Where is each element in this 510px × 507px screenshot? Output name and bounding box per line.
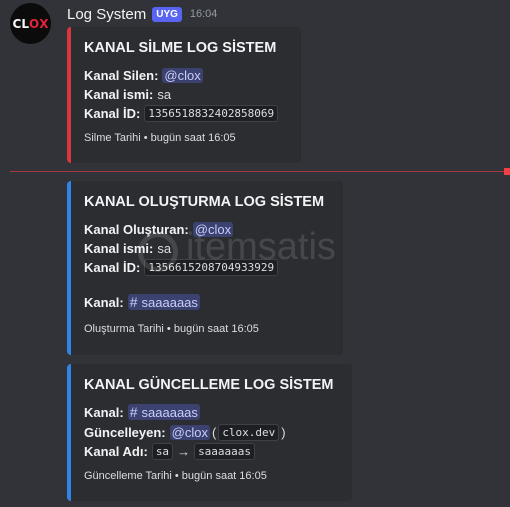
code-value: 1356518832402858069 — [144, 105, 279, 122]
embed-title: KANAL SİLME LOG SİSTEM — [84, 40, 277, 56]
field-label: Kanal: — [84, 404, 124, 420]
embed-footer: Silme Tarihi • bugün saat 16:05 — [84, 132, 236, 144]
channel-mention[interactable]: # saaaaaas — [127, 404, 200, 420]
field-channel-name: Kanal ismi: sa — [84, 87, 171, 102]
field-label: Kanal ismi: — [84, 241, 154, 256]
field-label: Kanal Adı: — [84, 444, 148, 459]
field-channel-id: Kanal İD: 1356518832402858069 — [84, 105, 279, 122]
new-messages-divider — [10, 171, 510, 172]
message-header: Log System UYG 16:04 — [67, 4, 217, 24]
message-timestamp[interactable]: 16:04 — [190, 8, 218, 20]
field-label: Güncelleyen: — [84, 425, 166, 440]
hash-icon: # — [129, 404, 138, 420]
author-name[interactable]: Log System — [67, 6, 146, 23]
author-tag-badge[interactable]: UYG — [152, 6, 182, 22]
field-label: Kanal ismi: — [84, 87, 154, 102]
field-channel-name: Kanal ismi: sa — [84, 241, 171, 256]
open-paren: ( — [211, 425, 217, 440]
channel-name: saaaaaas — [141, 295, 198, 310]
code-value: 1356615208704933929 — [144, 259, 279, 276]
field-label: Kanal Oluşturan: — [84, 222, 189, 237]
channel-name: saaaaaas — [141, 405, 198, 420]
embed-channel-update: KANAL GÜNCELLEME LOG SİSTEM Kanal: # saaa… — [67, 364, 352, 501]
code-value: clox.dev — [218, 424, 280, 441]
user-mention[interactable]: @clox — [192, 222, 234, 237]
field-value: sa — [157, 87, 172, 102]
hash-icon: # — [129, 294, 138, 310]
field-updater: Güncelleyen: @clox ( clox.dev ) — [84, 424, 288, 441]
user-mention[interactable]: @clox — [169, 425, 210, 440]
field-channel: Kanal: # saaaaaas — [84, 404, 200, 420]
field-label: Kanal: — [84, 294, 124, 310]
field-channel-deleter: Kanal Silen: @clox — [84, 68, 203, 83]
new-name-code: saaaaaas — [194, 443, 256, 460]
avatar-logo: CLOX — [12, 16, 49, 31]
avatar[interactable]: CLOX — [10, 3, 51, 44]
field-channel-id: Kanal İD: 1356615208704933929 — [84, 259, 279, 276]
field-channel-rename: Kanal Adı: sa → saaaaaas — [84, 443, 256, 460]
old-name-code: sa — [151, 443, 174, 460]
field-channel: Kanal: # saaaaaas — [84, 294, 200, 310]
embed-footer: Oluşturma Tarihi • bugün saat 16:05 — [84, 323, 259, 335]
field-label: Kanal Silen: — [84, 68, 159, 83]
embed-channel-create: KANAL OLUŞTURMA LOG SİSTEM Kanal Oluştur… — [67, 181, 343, 355]
user-mention[interactable]: @clox — [162, 68, 203, 83]
embed-channel-delete: KANAL SİLME LOG SİSTEM Kanal Silen: @clo… — [67, 27, 301, 163]
new-marker — [504, 168, 510, 175]
field-label: Kanal İD: — [84, 260, 141, 275]
embed-title: KANAL OLUŞTURMA LOG SİSTEM — [84, 194, 325, 210]
embed-footer: Güncelleme Tarihi • bugün saat 16:05 — [84, 470, 267, 482]
embed-title: KANAL GÜNCELLEME LOG SİSTEM — [84, 377, 334, 393]
field-label: Kanal İD: — [84, 106, 141, 121]
close-paren: ) — [281, 425, 286, 440]
field-channel-creator: Kanal Oluşturan: @clox — [84, 222, 234, 237]
field-value: sa — [157, 241, 172, 256]
channel-mention[interactable]: # saaaaaas — [127, 294, 200, 310]
right-arrow-icon: → — [177, 444, 191, 459]
